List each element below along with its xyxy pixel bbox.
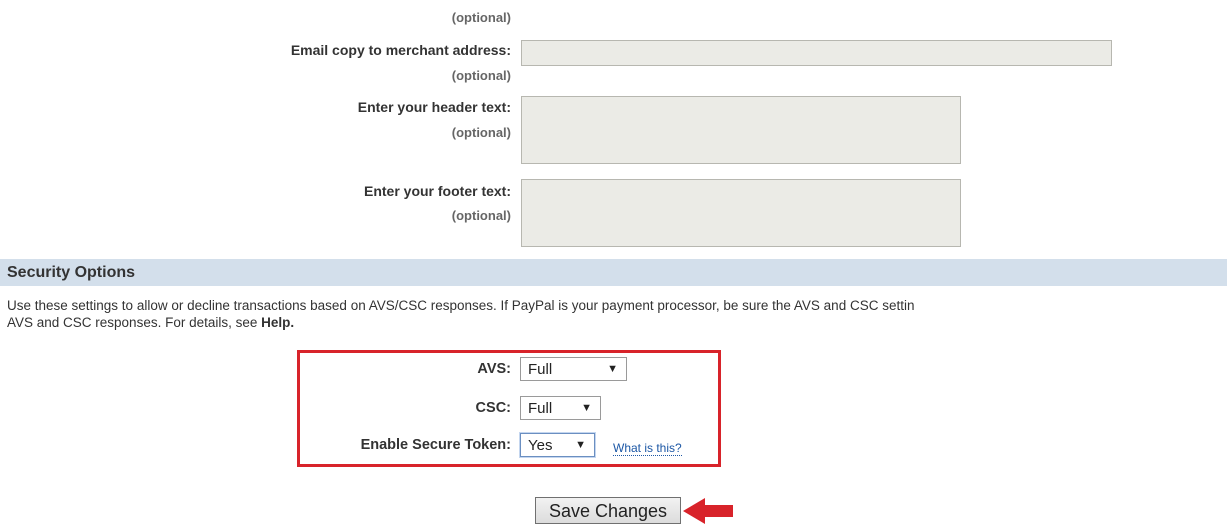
email-copy-input[interactable] — [521, 40, 1112, 66]
header-text-optional: (optional) — [451, 125, 511, 140]
security-section-header: Security Options — [0, 259, 1227, 286]
left-arrow-icon — [683, 498, 733, 524]
csc-selected-value: Full — [528, 400, 553, 417]
help-link[interactable]: Help. — [261, 315, 294, 330]
description-text: AVS and CSC responses. For details, see — [7, 315, 262, 330]
header-text-area[interactable] — [521, 96, 961, 164]
secure-token-select[interactable]: Yes ▼ — [520, 433, 595, 457]
avs-select[interactable]: Full ▼ — [520, 357, 627, 381]
what-is-this-link[interactable]: What is this? — [613, 441, 682, 456]
email-copy-optional: (optional) — [451, 68, 511, 83]
csc-label: CSC: — [475, 400, 511, 416]
section-title: Security Options — [7, 264, 136, 281]
caret-down-icon: ▼ — [575, 439, 586, 451]
caret-down-icon: ▼ — [581, 402, 592, 414]
footer-text-label: Enter your footer text: — [363, 183, 511, 199]
footer-text-optional: (optional) — [451, 208, 511, 223]
avs-label: AVS: — [477, 361, 511, 377]
header-text-label: Enter your header text: — [357, 99, 511, 115]
security-description-line1: Use these settings to allow or decline t… — [7, 298, 915, 313]
secure-token-selected-value: Yes — [528, 437, 553, 454]
security-description-line2: AVS and CSC responses. For details, see … — [7, 315, 294, 330]
footer-text-area[interactable] — [521, 179, 961, 247]
save-changes-button[interactable]: Save Changes — [535, 497, 681, 524]
csc-select[interactable]: Full ▼ — [520, 396, 601, 420]
secure-token-label: Enable Secure Token: — [360, 437, 511, 453]
optional-hint: (optional) — [451, 10, 511, 25]
avs-selected-value: Full — [528, 361, 553, 378]
caret-down-icon: ▼ — [607, 363, 618, 375]
email-copy-label: Email copy to merchant address: — [290, 42, 511, 58]
